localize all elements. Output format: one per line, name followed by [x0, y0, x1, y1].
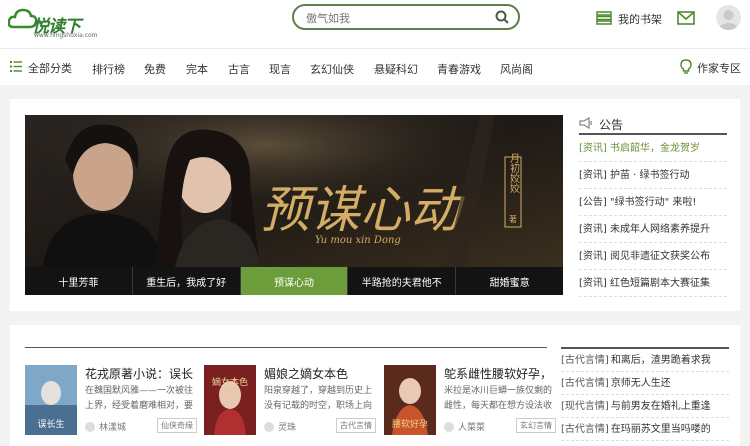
book-author: 人菜菜 — [444, 420, 485, 433]
announcement-header: 公告 — [579, 115, 727, 135]
book-author: 灵珠 — [264, 420, 296, 433]
book-cover-title: 腰软好孕 — [392, 418, 428, 430]
banner-tab-3[interactable]: 预谋心动 — [240, 267, 349, 295]
list-item[interactable]: [古代言情] 京师无人生还 — [561, 372, 729, 395]
book-author-name: 人菜菜 — [458, 423, 486, 433]
announcement-item[interactable]: [资讯] 未成年人网络素养提升 — [579, 216, 727, 243]
nav-item-modern-romance[interactable]: 现言 — [269, 61, 291, 77]
banner-tab-5[interactable]: 甜婚蜜意 — [456, 267, 563, 295]
author-avatar-icon — [264, 421, 274, 432]
book-description: 米拉是冰川巨蟒一族仅剩的雌性，每天都在想方设法收 — [444, 386, 553, 411]
featured-banner[interactable]: 预谋心动 Yu mou xin Dong 月初姣姣 著 十里芳菲 重生后，我成了… — [25, 115, 563, 295]
banner-artwork: 预谋心动 Yu mou xin Dong 月初姣姣 著 — [25, 115, 563, 267]
banner-tab-1[interactable]: 十里芳菲 — [25, 267, 133, 295]
book-description: 在魏国默风雅——一次被往上界，经受着磨难相对，要确 — [85, 386, 194, 411]
banner-pinyin: Yu mou xin Dong — [315, 235, 401, 246]
banner-tabs: 十里芳菲 重生后，我成了好 预谋心动 半路抢的夫君他不 甜婚蜜意 — [25, 267, 563, 295]
list-item-category: [古代言情] — [561, 424, 609, 435]
site-logo[interactable]: 悦读下 www.hingshuxia.com — [8, 5, 98, 41]
banner-title: 预谋心动 — [260, 181, 465, 239]
book-author-name: 灵珠 — [278, 423, 297, 433]
book-card[interactable]: 腰软好孕 鸵系雌性腰软好孕， 米拉是冰川巨蟒一族仅剩的雌性，每天都在想方设法收 … — [384, 365, 556, 437]
book-cover: 腰软好孕 — [384, 365, 436, 435]
user-avatar-icon — [719, 10, 738, 30]
book-card[interactable]: 误长生 花戎原著小说：误长 在魏国默风雅——一次被往上界，经受着磨难相对，要确 … — [25, 365, 197, 437]
all-categories-button[interactable]: 全部分类 — [10, 60, 72, 76]
announcement-list: [资讯] 书启韶华，金龙贺岁 [资讯] 护苗 · 绿书签行动 [公告] "绿书签… — [579, 135, 727, 297]
logo-url: www.hingshuxia.com — [34, 32, 98, 39]
announcement-item[interactable]: [资讯] 书启韶华，金龙贺岁 — [579, 135, 727, 162]
book-title[interactable]: 花戎原著小说：误长 — [85, 365, 197, 382]
book-cover-title: 嫡女本色 — [212, 376, 248, 388]
search-box — [292, 4, 520, 30]
list-item-title: 和离后，渣男跪着求我 — [610, 355, 711, 366]
announcement-item[interactable]: [资讯] 阅见非遗征文获奖公布 — [579, 243, 727, 270]
book-title[interactable]: 鸵系雌性腰软好孕， — [444, 365, 556, 382]
side-book-list: [古代言情] 和离后，渣男跪着求我 [古代言情] 京师无人生还 [现代言情] 与前男友… — [561, 347, 729, 441]
section-divider — [25, 347, 547, 348]
all-categories-label: 全部分类 — [28, 62, 72, 75]
category-nav: 全部分类 排行榜 免费 完本 古言 现言 玄幻仙侠 悬疑科幻 青春游戏 风尚阁 … — [0, 48, 750, 85]
featured-panel: 预谋心动 Yu mou xin Dong 月初姣姣 著 十里芳菲 重生后，我成了… — [10, 99, 740, 311]
list-item[interactable]: [古代言情] 和离后，渣男跪着求我 — [561, 349, 729, 372]
book-author-name: 林漾城 — [99, 423, 127, 433]
announcement-item[interactable]: [资讯] 红色短篇剧本大赛征集 — [579, 270, 727, 297]
announcement-title: 公告 — [599, 117, 624, 132]
list-item-category: [古代言情] — [561, 355, 609, 366]
list-menu-icon — [10, 61, 22, 75]
book-cover: 误长生 — [25, 365, 77, 435]
megaphone-icon — [579, 116, 593, 132]
book-author: 林漾城 — [85, 420, 126, 433]
banner-tab-4[interactable]: 半路抢的夫君他不 — [348, 267, 457, 295]
list-item[interactable]: [古代言情] 在玛丽苏文里当吗喽的 — [561, 418, 729, 441]
search-input[interactable] — [306, 9, 486, 27]
my-bookshelf-link[interactable]: 我的书架 — [596, 10, 662, 28]
list-item-category: [古代言情] — [561, 378, 609, 389]
bookshelf-label: 我的书架 — [618, 13, 662, 26]
search-icon[interactable] — [495, 10, 509, 27]
lightbulb-icon — [680, 59, 692, 77]
book-genre-tag[interactable]: 仙侠奇缘 — [157, 418, 197, 433]
book-title[interactable]: 媚娘之嫡女本色 — [264, 365, 376, 382]
book-cover-title: 误长生 — [37, 418, 64, 430]
announcement-box: 公告 [资讯] 书启韶华，金龙贺岁 [资讯] 护苗 · 绿书签行动 [公告] "… — [579, 115, 727, 297]
list-item[interactable]: [现代言情] 与前男友在婚礼上重逢 — [561, 395, 729, 418]
book-genre-tag[interactable]: 玄幻言情 — [516, 418, 556, 433]
author-zone-label: 作家专区 — [697, 62, 741, 75]
list-item-title: 京师无人生还 — [610, 378, 671, 389]
book-genre-tag[interactable]: 古代言情 — [336, 418, 376, 433]
nav-item-youth-games[interactable]: 青春游戏 — [437, 61, 481, 77]
list-item-title: 在玛丽苏文里当吗喽的 — [610, 424, 711, 435]
banner-tab-2[interactable]: 重生后，我成了好 — [133, 267, 241, 295]
list-item-title: 与前男友在婚礼上重逢 — [610, 401, 711, 412]
banner-author-suffix: 著 — [509, 214, 517, 224]
announcement-item[interactable]: [资讯] 护苗 · 绿书签行动 — [579, 162, 727, 189]
book-card[interactable]: 嫡女本色 媚娘之嫡女本色 阳泉穿越了，穿越到历史上没有记载的时空，职场上向 灵珠… — [204, 365, 376, 437]
bookshelf-icon — [596, 10, 612, 28]
header: 悦读下 www.hingshuxia.com 我的书架 — [0, 0, 750, 48]
nav-item-suspense-scifi[interactable]: 悬疑科幻 — [374, 61, 418, 77]
banner-author: 月初姣姣 — [508, 153, 520, 194]
book-description: 阳泉穿越了，穿越到历史上没有记载的时空，职场上向 — [264, 386, 373, 411]
author-zone-link[interactable]: 作家专区 — [680, 59, 741, 77]
nav-item-fantasy[interactable]: 玄幻仙侠 — [310, 61, 354, 77]
announcement-item[interactable]: [公告] "绿书签行动" 来啦! — [579, 189, 727, 216]
mail-icon[interactable] — [677, 11, 695, 28]
author-avatar-icon — [85, 421, 95, 432]
nav-item-free[interactable]: 免费 — [144, 61, 166, 77]
nav-item-fashion[interactable]: 风尚阁 — [500, 61, 533, 77]
book-cover: 嫡女本色 — [204, 365, 256, 435]
avatar[interactable] — [716, 5, 741, 30]
author-avatar-icon — [444, 421, 454, 432]
list-item-category: [现代言情] — [561, 401, 609, 412]
nav-item-completed[interactable]: 完本 — [186, 61, 208, 77]
recommend-panel: 误长生 花戎原著小说：误长 在魏国默风雅——一次被往上界，经受着磨难相对，要确 … — [10, 325, 740, 446]
nav-item-ranking[interactable]: 排行榜 — [92, 61, 125, 77]
nav-item-ancient-romance[interactable]: 古言 — [228, 61, 250, 77]
